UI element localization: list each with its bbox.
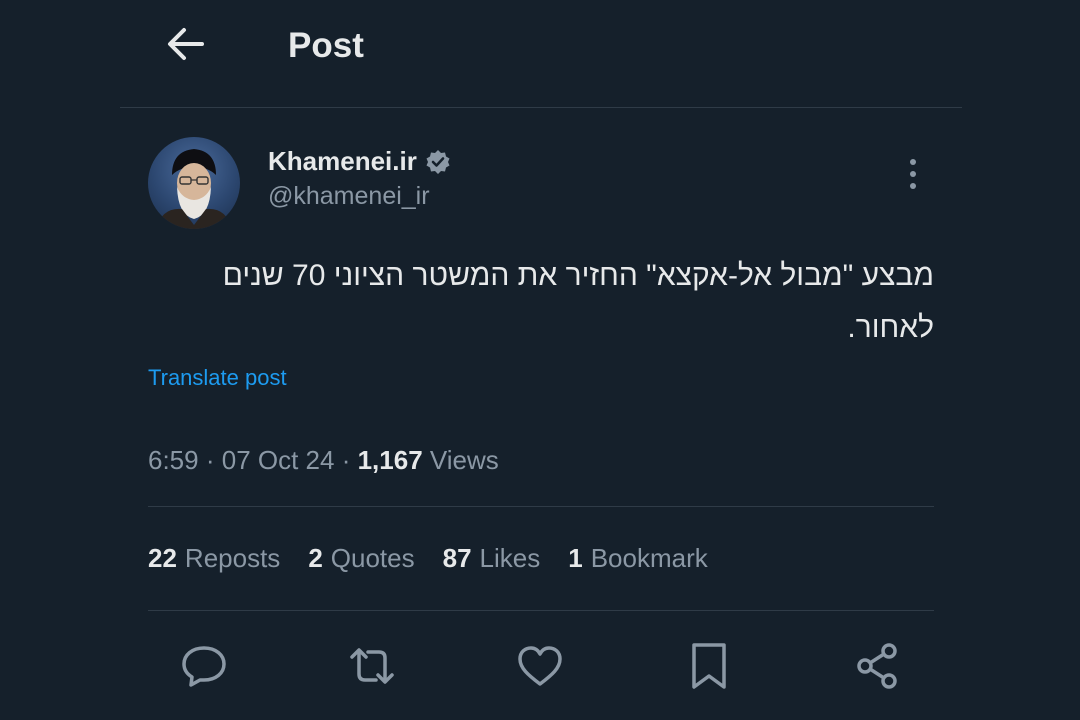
post-page: Post Khamenei.ir @khamenei_ir מבצע "מבול… (0, 0, 1080, 720)
header: Post (120, 0, 962, 108)
post-meta: 6:59 · 07 Oct 24 · 1,167 Views (148, 445, 499, 476)
divider (148, 610, 934, 611)
bookmarks-stat[interactable]: 1 Bookmark (568, 543, 708, 574)
like-button[interactable] (514, 640, 566, 692)
more-dots-icon (910, 159, 916, 189)
quotes-count: 2 (308, 543, 323, 573)
engagement-stats: 22 Reposts 2 Quotes 87 Likes 1 Bookmark (148, 543, 736, 574)
reposts-stat[interactable]: 22 Reposts (148, 543, 280, 574)
reply-button[interactable] (178, 640, 230, 692)
avatar-image (156, 149, 232, 229)
likes-label: Likes (479, 543, 541, 573)
share-button[interactable] (851, 640, 903, 692)
bookmark-icon (692, 643, 726, 689)
bookmarks-count: 1 (568, 543, 583, 573)
repost-icon (350, 648, 394, 684)
reposts-count: 22 (148, 543, 177, 573)
meta-separator: · (341, 445, 358, 475)
author-handle[interactable]: @khamenei_ir (268, 182, 430, 211)
author-display-name[interactable]: Khamenei.ir (268, 146, 417, 177)
action-bar (0, 640, 1080, 696)
arrow-left-icon (168, 28, 204, 60)
share-icon (857, 643, 897, 689)
like-icon (518, 646, 562, 686)
quotes-stat[interactable]: 2 Quotes (308, 543, 414, 574)
repost-button[interactable] (346, 640, 398, 692)
reply-icon (182, 646, 226, 687)
avatar[interactable] (148, 137, 240, 229)
bookmarks-label: Bookmark (590, 543, 708, 573)
more-options-button[interactable] (898, 155, 928, 193)
page-title: Post (288, 26, 364, 65)
likes-count: 87 (442, 543, 472, 573)
author-name-row: Khamenei.ir (268, 146, 451, 177)
back-button[interactable] (164, 22, 208, 66)
post-time[interactable]: 6:59 (148, 445, 199, 475)
bookmark-button[interactable] (683, 640, 735, 692)
translate-post-link[interactable]: Translate post (148, 365, 287, 391)
divider (148, 506, 934, 507)
quotes-label: Quotes (330, 543, 415, 573)
post-date[interactable]: 07 Oct 24 (222, 445, 335, 475)
post-text: מבצע "מבול אל-אקצא" החזיר את המשטר הציונ… (222, 259, 934, 344)
views-label: Views (429, 445, 499, 475)
likes-stat[interactable]: 87 Likes (443, 543, 541, 574)
verified-badge-icon (426, 149, 450, 174)
views-count: 1,167 (357, 445, 423, 475)
reposts-label: Reposts (184, 543, 281, 573)
meta-separator: · (205, 445, 222, 475)
